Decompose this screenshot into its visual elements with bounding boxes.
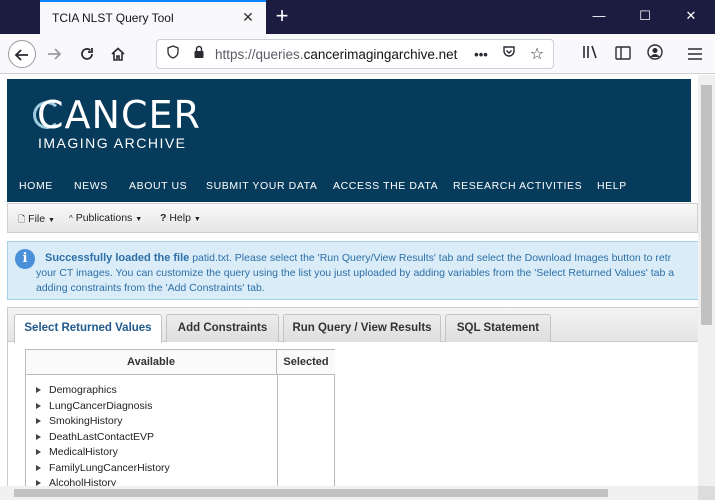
more-actions-icon[interactable]: •••: [471, 45, 491, 65]
tree-item-family-lung-cancer-history[interactable]: FamilyLungCancerHistory: [36, 462, 271, 478]
main-nav: HOME NEWS ABOUT US SUBMIT YOUR DATA ACCE…: [7, 180, 691, 200]
question-icon: ?: [160, 212, 167, 224]
attribute-table: Available Selected Demographics LungCanc…: [25, 349, 335, 486]
tab-run-query[interactable]: Run Query / View Results: [283, 314, 441, 342]
expand-arrow-icon[interactable]: [36, 433, 41, 440]
tree-item-death-last-contact[interactable]: DeathLastContactEVP: [36, 431, 271, 447]
reload-icon: [81, 48, 93, 60]
account-icon[interactable]: [644, 44, 666, 66]
tab-select-returned-values[interactable]: Select Returned Values: [14, 314, 162, 343]
nav-help[interactable]: HELP: [597, 180, 627, 192]
tree-item-label: LungCancerDiagnosis: [49, 399, 153, 412]
horizontal-scrollbar[interactable]: [0, 486, 698, 500]
site-banner: CANCER IMAGING ARCHIVE HOME NEWS ABOUT U…: [7, 79, 691, 202]
logo-title[interactable]: CANCER: [37, 93, 201, 137]
tree-item-demographics[interactable]: Demographics: [36, 384, 271, 400]
tab-sql-statement[interactable]: SQL Statement: [445, 314, 551, 342]
menu-publications-label: Publications: [75, 212, 133, 224]
nav-about-us[interactable]: ABOUT US: [129, 180, 187, 192]
bookmark-star-icon[interactable]: ☆: [527, 45, 547, 65]
home-icon: [111, 47, 125, 61]
message-line2: your CT images. You can customize the qu…: [36, 267, 675, 279]
column-divider: [277, 375, 278, 486]
new-tab-button[interactable]: +: [270, 4, 294, 28]
nav-home[interactable]: HOME: [19, 180, 53, 192]
menu-file-label: File: [28, 213, 46, 225]
query-tabs-panel: Select Returned Values Add Constraints R…: [7, 307, 698, 486]
nav-submit-your-data[interactable]: SUBMIT YOUR DATA: [206, 180, 318, 192]
expand-arrow-icon[interactable]: [36, 402, 41, 409]
vertical-scrollbar[interactable]: [698, 75, 715, 486]
maximize-button[interactable]: ☐: [633, 6, 657, 26]
shield-icon[interactable]: [163, 45, 183, 65]
message-line1: patid.txt. Please select the 'Run Query/…: [189, 252, 672, 264]
status-message: i Successfully loaded the file patid.txt…: [7, 241, 698, 300]
reload-button[interactable]: [73, 40, 101, 68]
chevron-down-icon: ▼: [193, 216, 201, 223]
hamburger-menu-icon[interactable]: [684, 44, 706, 66]
tab-close-icon[interactable]: ✕: [240, 9, 256, 25]
minimize-button[interactable]: —: [587, 6, 611, 26]
tree-item-label: DeathLastContactEVP: [49, 430, 155, 443]
vertical-scroll-thumb[interactable]: [701, 85, 712, 325]
url-prefix: https://queries.: [215, 47, 304, 62]
menu-help-label: Help: [169, 212, 191, 224]
menu-publications[interactable]: ^ Publications ▼: [69, 212, 142, 224]
message-text: Successfully loaded the file patid.txt. …: [36, 251, 698, 296]
message-line3: adding constraints from the 'Add Constra…: [36, 282, 265, 294]
tree-item-label: SmokingHistory: [49, 415, 123, 427]
forward-arrow-icon: [48, 48, 62, 60]
scroll-corner: [698, 486, 715, 500]
forward-button[interactable]: [40, 40, 68, 68]
library-icon[interactable]: [580, 44, 602, 66]
selected-header: Selected: [277, 350, 335, 375]
info-icon: i: [15, 249, 35, 269]
nav-research-activities[interactable]: RESEARCH ACTIVITIES: [453, 180, 582, 192]
chevron-down-icon: ▼: [48, 217, 55, 224]
available-header: Available: [26, 350, 277, 375]
tree-item-label: MedicalHistory: [49, 446, 118, 458]
expand-arrow-icon[interactable]: [36, 464, 41, 471]
expand-arrow-icon[interactable]: [36, 387, 41, 393]
menu-file[interactable]: 🗋 File ▼: [18, 212, 55, 228]
url-bar[interactable]: https://queries.cancerimagingarchive.net…: [156, 39, 554, 69]
tab-title: TCIA NLST Query Tool: [52, 11, 174, 25]
url-text[interactable]: https://queries.cancerimagingarchive.net: [215, 47, 465, 62]
expand-arrow-icon[interactable]: [36, 418, 41, 424]
available-tree: Demographics LungCancerDiagnosis Smoking…: [36, 384, 271, 486]
caret-up-icon: ^: [69, 214, 73, 223]
message-strong: Successfully loaded the file: [45, 252, 190, 264]
horizontal-scroll-thumb[interactable]: [14, 489, 608, 497]
tree-item-label: Demographics: [49, 384, 117, 396]
tree-item-medical-history[interactable]: MedicalHistory: [36, 446, 271, 462]
tree-item-label: FamilyLungCancerHistory: [49, 461, 170, 474]
tab-add-constraints[interactable]: Add Constraints: [166, 314, 279, 342]
tree-item-label: AlcoholHistory: [49, 477, 117, 486]
tree-item-smoking-history[interactable]: SmokingHistory: [36, 415, 271, 431]
tree-item-lung-cancer-diagnosis[interactable]: LungCancerDiagnosis: [36, 400, 271, 416]
url-domain: cancerimagingarchive.net: [303, 47, 458, 62]
nav-access-the-data[interactable]: ACCESS THE DATA: [333, 180, 438, 192]
home-button[interactable]: [104, 40, 132, 68]
lock-icon[interactable]: [189, 45, 209, 65]
pocket-icon[interactable]: [499, 45, 519, 65]
sidebar-icon[interactable]: [612, 44, 634, 66]
logo-subtitle[interactable]: IMAGING ARCHIVE: [38, 135, 187, 151]
close-window-button[interactable]: ✕: [679, 6, 703, 26]
page-content: CANCER IMAGING ARCHIVE HOME NEWS ABOUT U…: [0, 75, 698, 486]
browser-titlebar: TCIA NLST Query Tool ✕ + — ☐ ✕: [0, 0, 715, 34]
back-button[interactable]: [8, 40, 36, 68]
nav-news[interactable]: NEWS: [74, 180, 108, 192]
app-menubar: 🗋 File ▼ ^ Publications ▼ ? Help ▼: [7, 203, 698, 233]
tree-item-alcohol-history[interactable]: AlcoholHistory: [36, 477, 271, 486]
browser-tab[interactable]: TCIA NLST Query Tool ✕: [40, 0, 266, 34]
menu-help[interactable]: ? Help ▼: [160, 212, 201, 224]
chevron-down-icon: ▼: [135, 216, 143, 223]
back-arrow-icon: [14, 49, 28, 61]
expand-arrow-icon[interactable]: [36, 449, 41, 455]
file-icon: 🗋: [18, 214, 26, 224]
query-tabs-header: Select Returned Values Add Constraints R…: [8, 308, 698, 343]
browser-navbar: https://queries.cancerimagingarchive.net…: [0, 34, 715, 74]
